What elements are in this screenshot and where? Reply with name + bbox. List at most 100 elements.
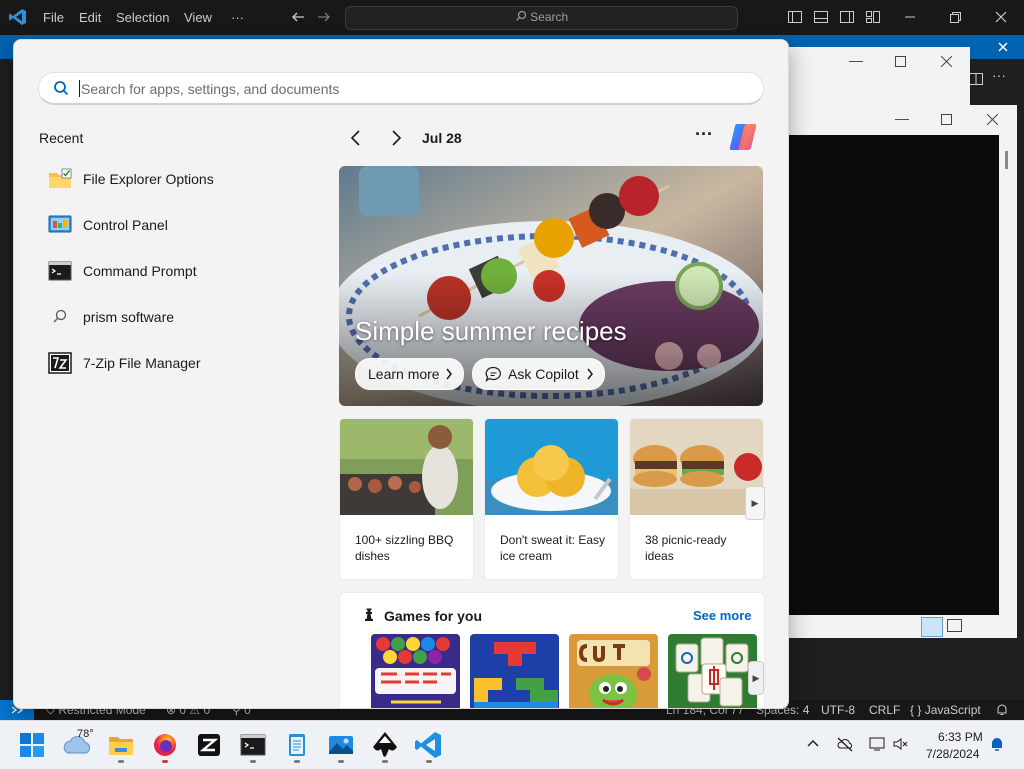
split-editor-icon[interactable] bbox=[968, 71, 984, 87]
close-icon[interactable] bbox=[987, 114, 998, 125]
start-search-input[interactable] bbox=[79, 78, 743, 100]
running-indicator bbox=[294, 760, 300, 763]
close-icon[interactable] bbox=[941, 56, 952, 67]
ask-copilot-label: Ask Copilot bbox=[508, 366, 579, 382]
recent-item-file-explorer-options[interactable]: File Explorer Options bbox=[38, 160, 298, 198]
toggle-panel-icon[interactable] bbox=[813, 9, 829, 25]
bubble-shooter-image bbox=[371, 634, 460, 708]
taskbar-photos[interactable] bbox=[325, 729, 357, 763]
taskbar-inkscape[interactable] bbox=[369, 729, 401, 763]
forward-arrow-icon[interactable] bbox=[316, 9, 332, 25]
notification-bell-icon[interactable] bbox=[988, 735, 1006, 753]
editor-more-icon[interactable]: ··· bbox=[992, 67, 1006, 83]
volume-muted-icon[interactable] bbox=[892, 735, 910, 753]
terminal-icon bbox=[240, 734, 266, 756]
display-icon[interactable] bbox=[868, 735, 886, 753]
block-puzzle-image bbox=[470, 634, 559, 708]
recent-item-7zip[interactable]: 7-Zip File Manager bbox=[38, 344, 298, 382]
story-card-ice-cream[interactable]: Don't sweat it: Easy ice cream bbox=[484, 418, 619, 580]
taskbar-file-explorer[interactable] bbox=[105, 729, 137, 763]
command-center-label: Search bbox=[530, 10, 569, 24]
close-icon[interactable] bbox=[993, 9, 1009, 25]
more-options-icon[interactable]: ··· bbox=[692, 125, 716, 146]
running-indicator bbox=[250, 760, 256, 763]
back-arrow-icon[interactable] bbox=[290, 9, 306, 25]
chevron-left-icon[interactable] bbox=[346, 128, 366, 148]
games-heading: Games for you bbox=[384, 608, 483, 624]
card-title: 38 picnic-ready ideas bbox=[645, 533, 727, 563]
encoding[interactable]: UTF-8 bbox=[821, 703, 855, 717]
story-card-picnic[interactable]: 38 picnic-ready ideas bbox=[629, 418, 764, 580]
see-more-link[interactable]: See more bbox=[693, 608, 752, 623]
menu-view[interactable]: View bbox=[184, 0, 212, 35]
copilot-icon[interactable] bbox=[727, 122, 759, 152]
vscode-titlebar: File Edit Selection View ··· Search bbox=[0, 0, 1024, 35]
onedrive-offline-icon[interactable] bbox=[836, 735, 854, 753]
start-search-box[interactable] bbox=[38, 72, 764, 105]
game-tile-cut-the-rope[interactable] bbox=[569, 634, 658, 708]
restore-icon[interactable] bbox=[947, 9, 963, 25]
clock-date[interactable]: 7/28/2024 bbox=[926, 747, 979, 761]
close-banner-icon[interactable] bbox=[996, 40, 1010, 54]
taskbar-notepad[interactable] bbox=[281, 729, 313, 763]
console-output[interactable] bbox=[787, 135, 999, 615]
game-tile-bubble-shooter[interactable] bbox=[371, 634, 460, 708]
learn-more-label: Learn more bbox=[368, 366, 440, 382]
folder-icon bbox=[109, 737, 133, 755]
taskbar-firefox[interactable] bbox=[149, 729, 181, 763]
chevron-up-icon[interactable] bbox=[804, 735, 822, 753]
scrollbar-thumb[interactable] bbox=[1005, 151, 1008, 169]
recent-item-command-prompt[interactable]: Command Prompt bbox=[38, 252, 298, 290]
search-icon bbox=[53, 309, 67, 323]
view-page-icon[interactable] bbox=[947, 619, 962, 632]
taskbar-zed[interactable] bbox=[193, 729, 225, 761]
command-center-search[interactable]: Search bbox=[345, 6, 738, 30]
minimize-icon[interactable]: — bbox=[895, 110, 909, 126]
bell-icon[interactable] bbox=[995, 703, 1009, 717]
feed-date: Jul 28 bbox=[422, 130, 462, 146]
menu-selection[interactable]: Selection bbox=[116, 0, 169, 35]
customize-layout-icon[interactable] bbox=[865, 9, 881, 25]
toggle-secondary-sidebar-icon[interactable] bbox=[839, 9, 855, 25]
menu-edit[interactable]: Edit bbox=[79, 0, 101, 35]
command-prompt-icon bbox=[48, 261, 72, 281]
game-tile-block-puzzle[interactable] bbox=[470, 634, 559, 708]
learn-more-button[interactable]: Learn more bbox=[355, 358, 464, 390]
maximize-icon[interactable] bbox=[895, 56, 906, 67]
inkscape-icon bbox=[373, 732, 397, 757]
toggle-primary-sidebar-icon[interactable] bbox=[787, 9, 803, 25]
windows-start-icon[interactable] bbox=[16, 729, 48, 761]
vscode-icon bbox=[415, 732, 441, 758]
games-section: Games for you See more ▶ bbox=[339, 592, 765, 708]
chevron-right-icon bbox=[446, 368, 452, 380]
recent-item-prism-software[interactable]: prism software bbox=[38, 298, 298, 336]
cut-the-rope-image bbox=[569, 634, 658, 708]
background-window: — bbox=[787, 47, 970, 105]
end-of-line[interactable]: CRLF bbox=[869, 703, 900, 717]
taskbar-vscode[interactable] bbox=[413, 729, 445, 763]
minimize-icon[interactable]: — bbox=[849, 52, 863, 68]
menu-file[interactable]: File bbox=[43, 0, 64, 35]
maximize-icon[interactable] bbox=[941, 114, 952, 125]
hero-recipes-card[interactable]: Simple summer recipes Learn more Ask Cop… bbox=[339, 166, 763, 406]
chevron-right-icon[interactable] bbox=[386, 128, 406, 148]
games-next-icon[interactable]: ▶ bbox=[748, 661, 764, 695]
recent-heading: Recent bbox=[39, 130, 84, 146]
recent-item-label: Control Panel bbox=[83, 217, 168, 233]
taskbar-terminal[interactable] bbox=[237, 729, 269, 763]
view-list-icon[interactable] bbox=[921, 617, 943, 637]
language-mode[interactable]: { } JavaScript bbox=[910, 703, 981, 717]
ice-cream-image bbox=[485, 419, 618, 515]
recent-item-label: 7-Zip File Manager bbox=[83, 355, 201, 371]
cards-next-icon[interactable]: ▶ bbox=[745, 486, 765, 520]
weather-widget[interactable]: 78° bbox=[62, 728, 94, 761]
clock-time[interactable]: 6:33 PM bbox=[938, 730, 983, 744]
mahjong-image bbox=[668, 634, 757, 708]
search-icon bbox=[54, 81, 69, 96]
recent-item-control-panel[interactable]: Control Panel bbox=[38, 206, 298, 244]
minimize-icon[interactable] bbox=[902, 9, 918, 25]
ask-copilot-button[interactable]: Ask Copilot bbox=[472, 358, 605, 390]
game-tile-mahjong[interactable] bbox=[668, 634, 757, 708]
story-card-bbq[interactable]: 100+ sizzling BBQ dishes bbox=[339, 418, 474, 580]
menu-more[interactable]: ··· bbox=[231, 0, 244, 35]
